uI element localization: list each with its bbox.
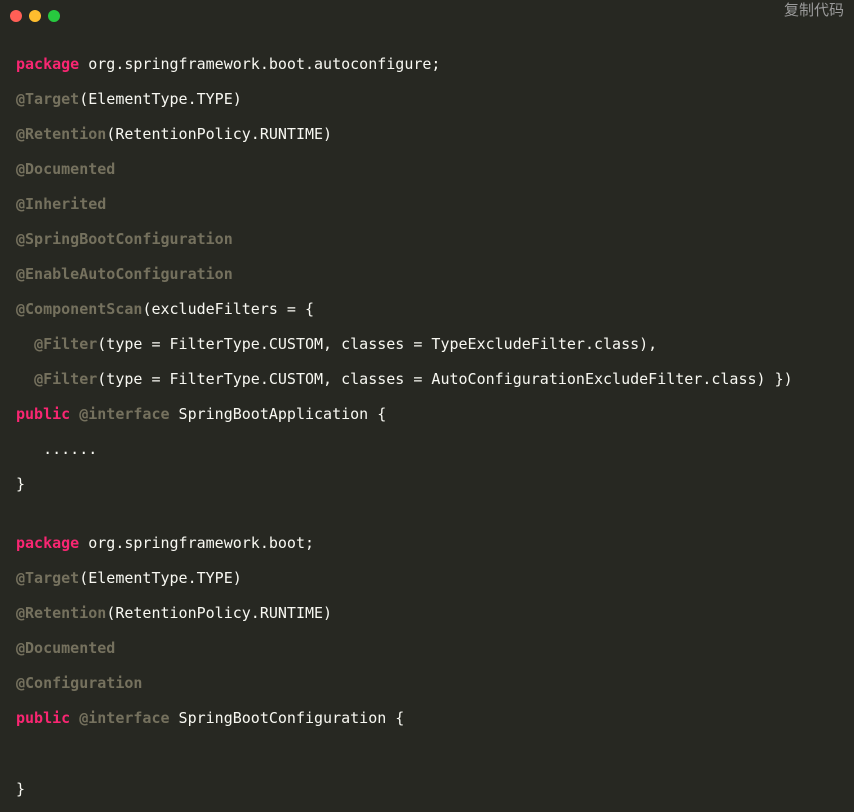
code-block: package org.springframework.boot.autocon… (16, 52, 793, 812)
code-window: 复制代码 package org.springframework.boot.au… (0, 0, 854, 804)
code-line: } (16, 472, 793, 507)
window-controls (10, 10, 60, 22)
code-token: (ElementType.TYPE) (79, 90, 242, 108)
code-token: } (16, 780, 26, 798)
annotation-token: @Documented (16, 160, 116, 178)
copy-code-button[interactable]: 复制代码 (784, 0, 844, 20)
code-line: @Target(ElementType.TYPE) (16, 87, 793, 122)
annotation-token: @Inherited (16, 195, 107, 213)
keyword-token: public (16, 405, 71, 423)
annotation-token: @EnableAutoConfiguration (16, 265, 233, 283)
code-line: @Inherited (16, 192, 793, 227)
code-token: } (16, 475, 26, 493)
annotation-token: @Retention (16, 125, 107, 143)
code-token: (RetentionPolicy.RUNTIME) (106, 604, 333, 622)
annotation-token: @Retention (16, 604, 107, 622)
code-token: SpringBootApplication { (169, 405, 387, 423)
close-dot-icon (10, 10, 22, 22)
code-line: @SpringBootConfiguration (16, 227, 793, 262)
code-line: public @interface SpringBootConfiguratio… (16, 706, 793, 741)
code-token: ...... (16, 440, 98, 458)
code-line: @ComponentScan(excludeFilters = { (16, 297, 793, 332)
code-token: (type = FilterType.CUSTOM, classes = Aut… (97, 370, 793, 388)
code-line: @Filter(type = FilterType.CUSTOM, classe… (16, 367, 793, 402)
keyword-token: package (16, 55, 80, 73)
minimize-dot-icon (29, 10, 41, 22)
annotation-token: @Target (16, 569, 80, 587)
code-line: @Retention(RetentionPolicy.RUNTIME) (16, 122, 793, 157)
code-token: (type = FilterType.CUSTOM, classes = Typ… (97, 335, 658, 353)
code-token: (excludeFilters = { (142, 300, 315, 318)
code-line: } (16, 777, 793, 812)
code-line: @Documented (16, 157, 793, 192)
annotation-token: @ComponentScan (16, 300, 143, 318)
code-token: org.springframework.boot.autoconfigure; (79, 55, 441, 73)
code-token: org.springframework.boot; (79, 534, 315, 552)
annotation-token: @Configuration (16, 674, 143, 692)
annotation-token: @Target (16, 90, 80, 108)
annotation-token: @Documented (16, 639, 116, 657)
annotation-token: @Filter (34, 370, 98, 388)
keyword-token: package (16, 534, 80, 552)
code-line: package org.springframework.boot.autocon… (16, 52, 793, 87)
keyword-token: public (16, 709, 71, 727)
code-line: package org.springframework.boot; (16, 531, 793, 566)
code-line: @EnableAutoConfiguration (16, 262, 793, 297)
code-line: @Target(ElementType.TYPE) (16, 566, 793, 601)
code-line: ...... (16, 437, 793, 472)
code-line: @Retention(RetentionPolicy.RUNTIME) (16, 601, 793, 636)
code-line: @Documented (16, 636, 793, 671)
maximize-dot-icon (48, 10, 60, 22)
code-token: (ElementType.TYPE) (79, 569, 242, 587)
annotation-token: @interface (79, 709, 170, 727)
annotation-token: @interface (79, 405, 170, 423)
code-line: @Filter(type = FilterType.CUSTOM, classe… (16, 332, 793, 367)
code-token: SpringBootConfiguration { (169, 709, 405, 727)
code-line: @Configuration (16, 671, 793, 706)
annotation-token: @SpringBootConfiguration (16, 230, 233, 248)
code-token: (RetentionPolicy.RUNTIME) (106, 125, 333, 143)
annotation-token: @Filter (34, 335, 98, 353)
code-line: public @interface SpringBootApplication … (16, 402, 793, 437)
